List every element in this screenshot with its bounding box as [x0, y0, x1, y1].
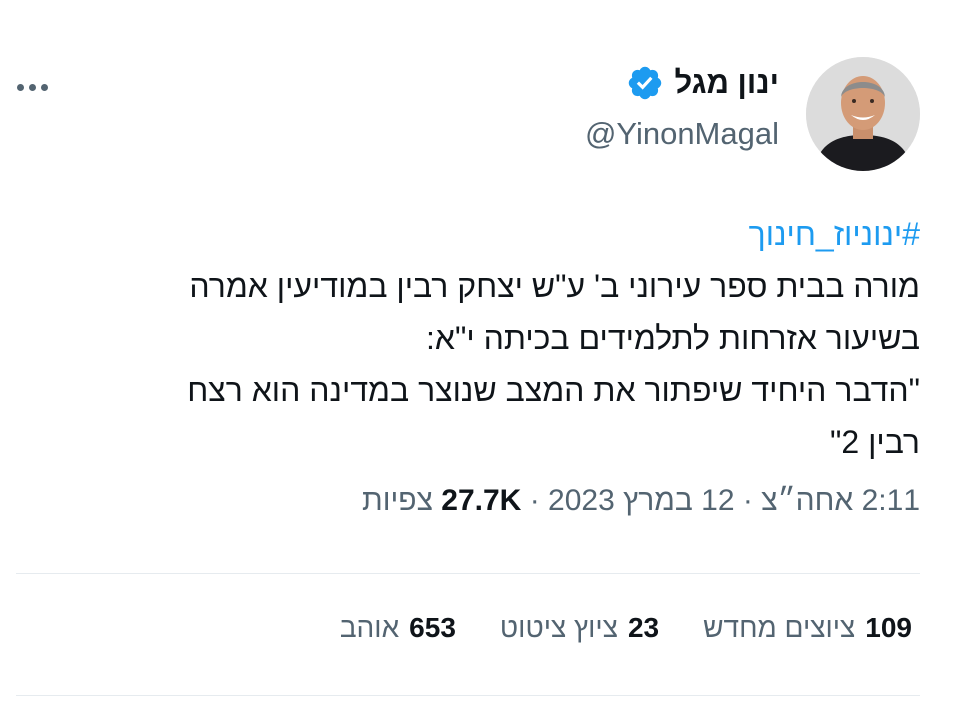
- user-handle[interactable]: @YinonMagal: [585, 116, 779, 152]
- tweet-stats: 109 ציוצים מחדש 23 ציוץ ציטוט 653 אוהב: [340, 612, 912, 644]
- tweet-line: בשיעור אזרחות לתלמידים בכיתה י"א:: [426, 320, 920, 356]
- display-name-text: ינון מגל: [674, 65, 779, 100]
- quotes-stat[interactable]: 23 ציוץ ציטוט: [500, 612, 659, 644]
- meta-separator: ·: [742, 484, 753, 517]
- tweet-line: רבין 2": [830, 424, 920, 460]
- more-options-icon[interactable]: [17, 76, 55, 98]
- likes-count: 653: [409, 612, 456, 643]
- tweet-meta: 2:11 אחה״צ · 12 במרץ 2023 · 27.7K צפיות: [362, 484, 920, 518]
- hashtag-link[interactable]: #ינוניוז_חינוך: [16, 208, 920, 260]
- tweet-time[interactable]: 2:11 אחה״צ: [761, 484, 920, 517]
- user-display-name[interactable]: ינון מגל: [626, 64, 779, 102]
- divider: [16, 573, 920, 574]
- person-avatar-icon: [806, 57, 920, 171]
- quotes-label: ציוץ ציטוט: [499, 612, 618, 643]
- avatar[interactable]: [806, 57, 920, 171]
- retweets-label: ציוצים מחדש: [703, 612, 856, 643]
- tweet-date[interactable]: 12 במרץ 2023: [548, 484, 735, 517]
- tweet-detail: ינון מגל @YinonMagal #ינוניוז_חינוך מורה…: [0, 0, 960, 704]
- tweet-text: #ינוניוז_חינוך מורה בבית ספר עירוני ב' ע…: [16, 208, 920, 468]
- tweet-line: מורה בבית ספר עירוני ב' ע"ש יצחק רבין במ…: [189, 268, 920, 304]
- likes-stat[interactable]: 653 אוהב: [340, 612, 456, 644]
- retweets-stat[interactable]: 109 ציוצים מחדש: [703, 612, 912, 644]
- retweets-count: 109: [865, 612, 912, 643]
- views-label: צפיות: [361, 484, 433, 517]
- verified-badge-icon: [629, 66, 662, 100]
- likes-label: אוהב: [339, 612, 400, 643]
- meta-separator: ·: [529, 484, 540, 517]
- quotes-count: 23: [627, 612, 660, 643]
- tweet-line: "הדבר היחיד שיפתור את המצב שנוצר במדינה …: [187, 372, 920, 408]
- views-count: 27.7K: [441, 484, 522, 517]
- divider: [16, 695, 920, 696]
